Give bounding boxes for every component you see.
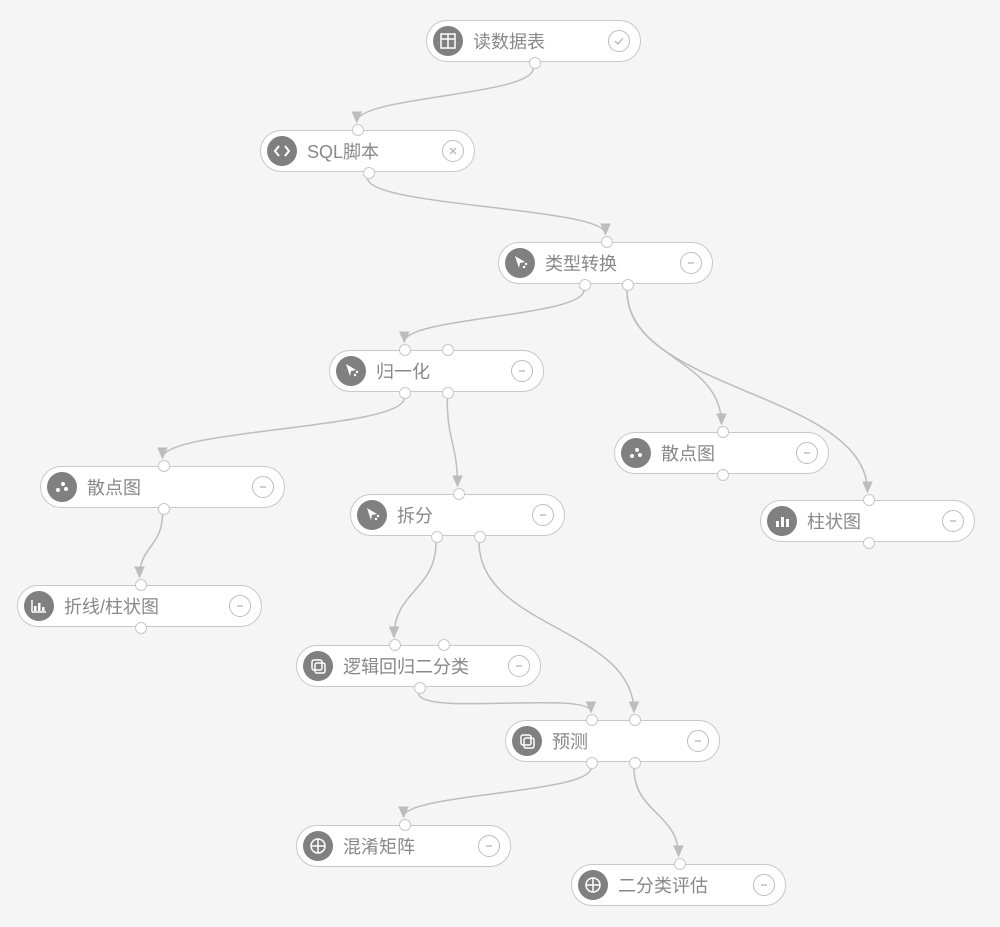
port-out[interactable] xyxy=(363,167,375,179)
port-out[interactable] xyxy=(442,387,454,399)
edge xyxy=(627,290,722,424)
cursor-icon xyxy=(336,356,366,386)
port-out[interactable] xyxy=(431,531,443,543)
port-out[interactable] xyxy=(863,537,875,549)
port-in[interactable] xyxy=(717,426,729,438)
node-n9[interactable]: 折线/柱状图 xyxy=(17,585,262,627)
edge xyxy=(419,693,592,712)
node-label: 散点图 xyxy=(87,474,244,500)
edge xyxy=(368,178,606,234)
edge xyxy=(404,290,584,342)
port-in[interactable] xyxy=(399,344,411,356)
node-label: SQL脚本 xyxy=(307,138,434,164)
node-label: 柱状图 xyxy=(807,508,934,534)
node-n10[interactable]: 逻辑回归二分类 xyxy=(296,645,541,687)
status-minus-icon[interactable] xyxy=(796,442,818,464)
node-label: 读数据表 xyxy=(473,28,600,54)
edge xyxy=(634,768,679,856)
status-minus-icon[interactable] xyxy=(252,476,274,498)
node-n1[interactable]: 读数据表 xyxy=(426,20,641,62)
port-in[interactable] xyxy=(352,124,364,136)
layers-icon xyxy=(512,726,542,756)
status-minus-icon[interactable] xyxy=(687,730,709,752)
port-out[interactable] xyxy=(474,531,486,543)
port-out[interactable] xyxy=(586,757,598,769)
port-out[interactable] xyxy=(158,503,170,515)
port-out[interactable] xyxy=(135,622,147,634)
grid-icon xyxy=(303,831,333,861)
port-out[interactable] xyxy=(399,387,411,399)
port-in[interactable] xyxy=(158,460,170,472)
workflow-canvas[interactable]: 读数据表SQL脚本类型转换归一化散点图散点图拆分柱状图折线/柱状图逻辑回归二分类… xyxy=(0,0,1000,927)
node-label: 散点图 xyxy=(661,440,788,466)
chart-icon xyxy=(24,591,54,621)
port-in[interactable] xyxy=(863,494,875,506)
status-minus-icon[interactable] xyxy=(753,874,775,896)
node-n4[interactable]: 归一化 xyxy=(329,350,544,392)
node-n12[interactable]: 混淆矩阵 xyxy=(296,825,511,867)
status-minus-icon[interactable] xyxy=(942,510,964,532)
edge-layer xyxy=(0,0,1000,927)
port-out[interactable] xyxy=(579,279,591,291)
status-minus-icon[interactable] xyxy=(229,595,251,617)
cursor-icon xyxy=(357,500,387,530)
edge xyxy=(163,398,405,458)
port-in[interactable] xyxy=(453,488,465,500)
status-cross-icon[interactable] xyxy=(442,140,464,162)
port-out[interactable] xyxy=(529,57,541,69)
status-minus-icon[interactable] xyxy=(511,360,533,382)
node-n11[interactable]: 预测 xyxy=(505,720,720,762)
scatter-icon xyxy=(47,472,77,502)
node-n2[interactable]: SQL脚本 xyxy=(260,130,475,172)
edge xyxy=(447,398,457,486)
node-label: 折线/柱状图 xyxy=(64,593,221,619)
edge xyxy=(357,68,534,122)
status-check-icon[interactable] xyxy=(608,30,630,52)
port-in[interactable] xyxy=(438,639,450,651)
grid-icon xyxy=(578,870,608,900)
port-in[interactable] xyxy=(601,236,613,248)
node-n7[interactable]: 拆分 xyxy=(350,494,565,536)
table-icon xyxy=(433,26,463,56)
node-label: 类型转换 xyxy=(545,250,672,276)
port-in[interactable] xyxy=(586,714,598,726)
node-n6[interactable]: 散点图 xyxy=(40,466,285,508)
edge xyxy=(394,542,436,637)
node-label: 归一化 xyxy=(376,358,503,384)
port-in[interactable] xyxy=(629,714,641,726)
status-minus-icon[interactable] xyxy=(508,655,530,677)
node-label: 二分类评估 xyxy=(618,872,745,898)
node-n13[interactable]: 二分类评估 xyxy=(571,864,786,906)
code-icon xyxy=(267,136,297,166)
node-label: 逻辑回归二分类 xyxy=(343,653,500,679)
cursor-icon xyxy=(505,248,535,278)
port-out[interactable] xyxy=(414,682,426,694)
port-in[interactable] xyxy=(135,579,147,591)
node-n3[interactable]: 类型转换 xyxy=(498,242,713,284)
port-out[interactable] xyxy=(622,279,634,291)
port-in[interactable] xyxy=(399,819,411,831)
edge xyxy=(404,768,592,817)
status-minus-icon[interactable] xyxy=(478,835,500,857)
layers-icon xyxy=(303,651,333,681)
node-n5[interactable]: 散点图 xyxy=(614,432,829,474)
port-in[interactable] xyxy=(674,858,686,870)
node-label: 拆分 xyxy=(397,502,524,528)
node-n8[interactable]: 柱状图 xyxy=(760,500,975,542)
node-label: 混淆矩阵 xyxy=(343,833,470,859)
port-in[interactable] xyxy=(389,639,401,651)
port-in[interactable] xyxy=(442,344,454,356)
edge xyxy=(140,514,163,577)
port-out[interactable] xyxy=(717,469,729,481)
node-label: 预测 xyxy=(552,728,679,754)
status-minus-icon[interactable] xyxy=(680,252,702,274)
scatter-icon xyxy=(621,438,651,468)
status-minus-icon[interactable] xyxy=(532,504,554,526)
port-out[interactable] xyxy=(629,757,641,769)
bar-icon xyxy=(767,506,797,536)
